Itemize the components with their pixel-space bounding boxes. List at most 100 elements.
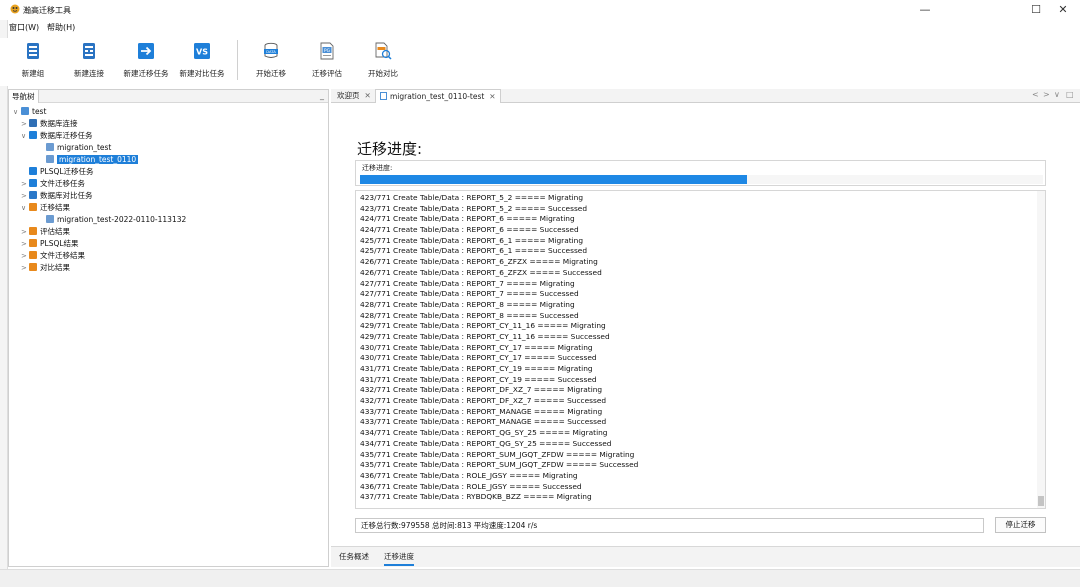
title-bar: 瀚高迁移工具 — ☐ ✕ xyxy=(0,0,1080,20)
tree-item[interactable]: PLSQL迁移任务 xyxy=(21,166,94,177)
progress-bar xyxy=(360,175,1043,184)
app-window: 瀚高迁移工具 — ☐ ✕ 窗口(W) 帮助(H) 新建组 新建连接 新建迁移任务… xyxy=(0,0,1080,587)
tree-item[interactable]: > 数据库连接 xyxy=(21,118,78,129)
tree-item[interactable]: ∨ 数据库迁移任务 xyxy=(21,130,93,141)
log-line: 425/771 Create Table/Data : REPORT_6_1 =… xyxy=(360,246,588,256)
new-connection-button[interactable]: 新建连接 xyxy=(62,42,116,82)
minimize-button[interactable]: — xyxy=(912,2,938,18)
new-compare-task-button[interactable]: VS 新建对比任务 xyxy=(175,42,229,82)
start-migration-label: 开始迁移 xyxy=(256,69,286,78)
log-line: 431/771 Create Table/Data : REPORT_CY_19… xyxy=(360,374,597,384)
tree-item[interactable]: ∨ 迁移结果 xyxy=(21,202,70,213)
tree-item[interactable]: migration_test_0110 xyxy=(38,154,139,165)
tab-migration-label: migration_test_0110-test xyxy=(390,92,485,101)
window-title: 瀚高迁移工具 xyxy=(23,6,71,15)
nav-minimize-button[interactable]: _ xyxy=(320,91,324,100)
new-compare-task-label: 新建对比任务 xyxy=(179,69,225,78)
tree-item-label: 迁移结果 xyxy=(40,203,70,212)
log-line: 431/771 Create Table/Data : REPORT_CY_19… xyxy=(360,364,593,373)
new-migration-task-button[interactable]: 新建迁移任务 xyxy=(119,42,173,82)
tab-welcome-close-icon[interactable]: ✕ xyxy=(365,91,371,100)
tab-migration-test-0110[interactable]: migration_test_0110-test ✕ xyxy=(375,89,501,103)
tab-welcome[interactable]: 欢迎页 ✕ xyxy=(333,89,375,103)
log-line: 428/771 Create Table/Data : REPORT_8 ===… xyxy=(360,310,579,320)
log-scrollbar[interactable] xyxy=(1037,191,1045,508)
tree-item[interactable]: ∨ test xyxy=(13,106,46,117)
tree-item[interactable]: migration_test xyxy=(38,142,111,153)
migration-task-icon xyxy=(138,43,154,59)
nav-tree-tab[interactable]: 导航树 xyxy=(9,90,39,103)
tab-migration-close-icon[interactable]: ✕ xyxy=(489,92,495,101)
tree-item-label: PLSQL迁移任务 xyxy=(40,167,94,176)
svg-text:VS: VS xyxy=(196,48,208,57)
tree-item-label: 数据库连接 xyxy=(40,119,78,128)
maximize-button[interactable]: ☐ xyxy=(1023,2,1049,18)
tree-toggle-icon[interactable]: ∨ xyxy=(21,203,29,214)
tab-migration-progress[interactable]: 迁移进度 xyxy=(384,551,414,566)
start-migration-button[interactable]: DATA 开始迁移 xyxy=(244,42,298,82)
tree-toggle-icon[interactable]: ∨ xyxy=(21,131,29,142)
database-connection-icon xyxy=(83,43,95,59)
new-migration-task-label: 新建迁移任务 xyxy=(123,69,169,78)
tab-file-icon xyxy=(380,92,387,100)
close-button[interactable]: ✕ xyxy=(1050,2,1076,18)
tree-item[interactable]: migration_test-2022-0110-113132 xyxy=(38,214,186,225)
tree-toggle-icon[interactable]: > xyxy=(21,227,29,238)
log-line: 435/771 Create Table/Data : REPORT_SUM_J… xyxy=(360,460,639,470)
tree-toggle-icon[interactable]: > xyxy=(21,179,29,190)
tab-prev-icon[interactable]: < xyxy=(1032,90,1039,99)
tree-node-icon xyxy=(29,227,37,235)
log-scrollbar-thumb[interactable] xyxy=(1038,496,1044,506)
log-line: 434/771 Create Table/Data : REPORT_QG_SY… xyxy=(360,438,612,448)
log-line: 423/771 Create Table/Data : REPORT_5_2 =… xyxy=(360,203,588,213)
start-compare-button[interactable]: 开始对比 xyxy=(356,42,410,82)
progress-fill xyxy=(360,175,748,184)
left-edge-strip xyxy=(0,20,8,587)
menu-window[interactable]: 窗口(W) xyxy=(9,22,39,33)
tree-item[interactable]: > 对比结果 xyxy=(21,262,70,273)
tree-item[interactable]: > 数据库对比任务 xyxy=(21,190,93,201)
migration-assessment-button[interactable]: PG 迁移评估 xyxy=(300,42,354,82)
log-line: 437/771 Create Table/Data : RYBDQKB_BZZ … xyxy=(360,492,592,502)
tree-node-icon xyxy=(29,251,37,259)
tree-toggle-icon[interactable]: > xyxy=(21,239,29,250)
editor-tab-bar: 欢迎页 ✕ migration_test_0110-test ✕ < > ∨ □ xyxy=(331,89,1080,103)
migration-log[interactable]: 423/771 Create Table/Data : REPORT_5_2 =… xyxy=(355,190,1046,509)
log-line: 427/771 Create Table/Data : REPORT_7 ===… xyxy=(360,278,575,288)
tree-toggle-icon[interactable]: > xyxy=(21,191,29,202)
log-line: 424/771 Create Table/Data : REPORT_6 ===… xyxy=(360,225,579,235)
menu-help[interactable]: 帮助(H) xyxy=(47,22,75,33)
tree-toggle-icon[interactable]: > xyxy=(21,263,29,274)
tree-item-label: 文件迁移任务 xyxy=(40,179,85,188)
svg-text:DATA: DATA xyxy=(266,49,276,54)
tree-toggle-icon[interactable]: > xyxy=(21,119,29,130)
tree-item-label: 对比结果 xyxy=(40,263,70,272)
log-line: 424/771 Create Table/Data : REPORT_6 ===… xyxy=(360,214,575,224)
tree-item-label: 数据库迁移任务 xyxy=(40,131,93,140)
start-migration-icon: DATA xyxy=(264,42,278,58)
tree-item-label: 文件迁移结果 xyxy=(40,251,85,260)
tab-next-icon[interactable]: > xyxy=(1043,90,1050,99)
tree-node-icon xyxy=(29,179,37,187)
tree-toggle-icon[interactable]: > xyxy=(21,251,29,262)
tab-list-icon[interactable]: ∨ xyxy=(1054,90,1060,99)
new-group-button[interactable]: 新建组 xyxy=(6,42,60,82)
tree-item[interactable]: > 文件迁移任务 xyxy=(21,178,85,189)
tree-item[interactable]: > PLSQL结果 xyxy=(21,238,79,249)
status-bar xyxy=(0,569,1080,587)
new-connection-label: 新建连接 xyxy=(74,69,104,78)
editor-area: 欢迎页 ✕ migration_test_0110-test ✕ < > ∨ □ 迁… xyxy=(331,89,1080,567)
tab-task-overview[interactable]: 任务概述 xyxy=(339,551,369,562)
database-group-icon xyxy=(27,43,39,59)
log-line: 432/771 Create Table/Data : REPORT_DF_XZ… xyxy=(360,396,607,406)
log-line: 434/771 Create Table/Data : REPORT_QG_SY… xyxy=(360,428,608,438)
tree-item[interactable]: > 评估结果 xyxy=(21,226,70,237)
editor-minimize-icon[interactable]: □ xyxy=(1066,90,1074,99)
tree-toggle-icon[interactable]: ∨ xyxy=(13,107,21,118)
migration-assessment-label: 迁移评估 xyxy=(312,69,342,78)
log-line: 428/771 Create Table/Data : REPORT_8 ===… xyxy=(360,299,575,309)
tree-item[interactable]: > 文件迁移结果 xyxy=(21,250,85,261)
bottom-tab-bar: 任务概述 迁移进度 xyxy=(331,546,1080,567)
tree-item-label: migration_test-2022-0110-113132 xyxy=(57,215,187,224)
stop-migration-button[interactable]: 停止迁移 xyxy=(995,517,1046,533)
